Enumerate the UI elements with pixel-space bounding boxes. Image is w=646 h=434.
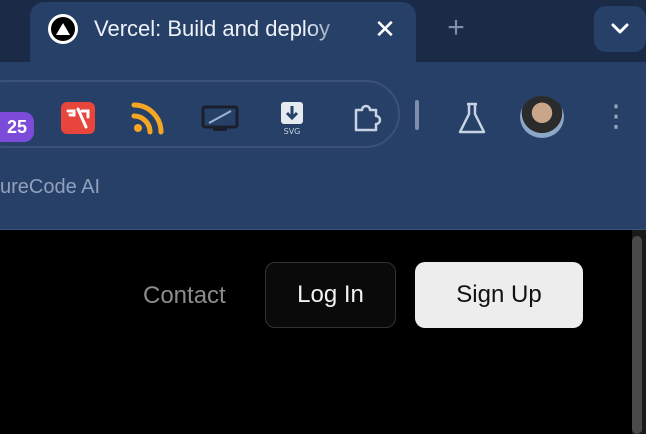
contact-link[interactable]: Contact [143,282,226,310]
svg-download-icon[interactable]: SVG [270,96,314,140]
svg-text:SVG: SVG [284,127,301,136]
tab-search-button[interactable] [594,6,646,52]
bookmarks-bar: ureCode AI [0,168,646,230]
rss-icon[interactable] [126,96,170,140]
tab-close-icon[interactable]: ✕ [370,14,400,44]
pdf-extension-icon[interactable] [56,96,100,140]
extension-badge-icon[interactable]: 25 [0,112,34,142]
toolbar-divider [415,100,419,130]
login-button[interactable]: Log In [265,262,396,328]
scrollbar-thumb[interactable] [632,236,642,434]
vercel-logo-icon [48,14,78,44]
puzzle-extensions-icon[interactable] [344,96,388,140]
more-menu-icon[interactable]: ⋮ [601,96,631,138]
chevron-down-icon [611,23,629,34]
flask-icon[interactable] [450,96,494,140]
page-content [0,230,632,434]
browser-tab[interactable]: Vercel: Build and deploy ✕ [30,2,416,64]
screen-cast-icon[interactable] [198,96,242,140]
tab-title: Vercel: Build and deploy [94,16,331,41]
new-tab-icon[interactable]: + [440,11,472,44]
profile-avatar[interactable] [520,96,564,138]
bookmark-item[interactable]: ureCode AI [0,176,100,199]
signup-button[interactable]: Sign Up [415,262,583,328]
